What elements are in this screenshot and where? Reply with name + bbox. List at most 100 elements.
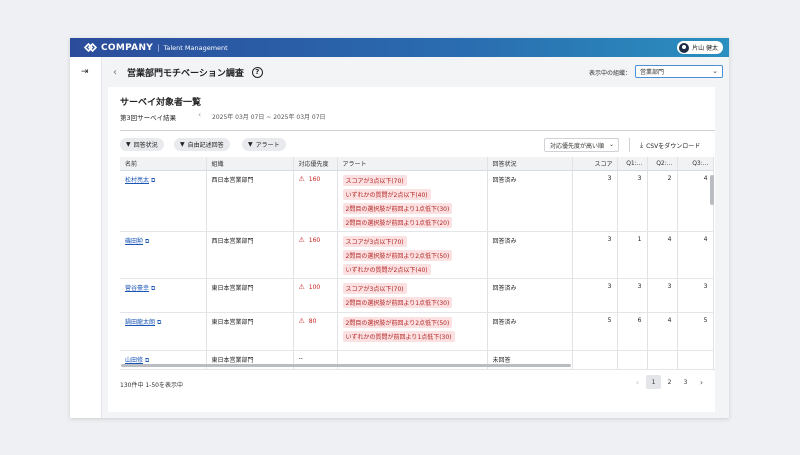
cell-q3 (677, 350, 714, 369)
column-header-q2[interactable]: Q2:... (647, 157, 678, 171)
cell-score: 3 (572, 170, 618, 232)
alert-tag: いずれかの質問が2点以下(40) (342, 188, 431, 200)
external-link-icon[interactable]: ⧉ (151, 177, 155, 184)
column-header-priority[interactable]: 対応優先度 (293, 157, 338, 171)
external-link-icon[interactable]: ⧉ (157, 319, 161, 326)
alert-tag: 2問目の選択肢が前回より2点低下(50) (342, 316, 453, 328)
cell-alerts: スコアが3点以下(70) 2問目の選択肢が前回より1点低下(30) (337, 278, 488, 313)
table-row[interactable]: 菅谷豪幸 ⧉ 東日本営業部門 ⚠ 100 スコアが3点以下(70) 2問目の選択肢が前回より… (120, 278, 714, 313)
cell-org: 東日本営業部門 (206, 312, 294, 351)
alert-tag: いずれかの質問が前回より1点低下(30) (342, 330, 455, 342)
filter-free-text[interactable]: ▼ 自由記述回答 (174, 138, 230, 151)
employee-name-link[interactable]: 菅谷豪幸 (125, 285, 149, 292)
next-page-icon[interactable]: › (694, 375, 709, 389)
column-header-alert[interactable]: アラート (337, 157, 488, 171)
filter-label: 回答状況 (133, 142, 158, 149)
cell-alerts (337, 350, 488, 369)
cell-status: 回答済み (487, 278, 573, 313)
cell-q1: 1 (617, 231, 648, 279)
cell-q1: 6 (617, 312, 648, 351)
cell-score: 5 (572, 312, 618, 351)
top-bar: COMPANY | Talent Management 片山 健太 (70, 38, 729, 57)
cell-priority: -- (293, 350, 338, 369)
respondents-card: サーベイ対象者一覧 第3回サーベイ結果 ‹ 2025年 03月 07日 ~ 20… (108, 87, 715, 412)
cell-status: 回答済み (487, 170, 573, 232)
help-icon[interactable]: ? (251, 66, 263, 78)
page-1[interactable]: 1 (646, 375, 661, 389)
filter-icon: ▼ (126, 141, 131, 148)
user-menu[interactable]: 片山 健太 (677, 41, 723, 54)
cell-score: 3 (572, 231, 618, 279)
alert-tag: スコアが3点以下(70) (342, 235, 407, 247)
column-header-score[interactable]: スコア (572, 157, 618, 171)
table-row[interactable]: 鍋田龍太朗 ⧉ 東日本営業部門 ⚠ 80 2問目の選択肢が前回より2点低下(50) いずれか… (120, 312, 714, 351)
page-title: 営業部門モチベーション調査 (127, 68, 244, 79)
sidebar-expand-icon[interactable]: ⇥ (81, 67, 89, 77)
filter-alert[interactable]: ▼ アラート (242, 138, 286, 151)
cell-q1 (617, 350, 648, 369)
filter-icon: ▼ (248, 141, 253, 148)
alert-tag: スコアが3点以下(70) (342, 174, 407, 186)
prev-page-icon[interactable]: ‹ (630, 375, 645, 389)
priority-value: 80 (308, 317, 317, 325)
column-header-org[interactable]: 組織 (206, 157, 294, 171)
filter-icon: ▼ (180, 141, 185, 148)
column-header-q1[interactable]: Q1:... (617, 157, 648, 171)
alert-tag: 2問目の選択肢が前回より2点低下(50) (342, 249, 453, 261)
table-row[interactable]: 山田修 ⧉ 東日本営業部門 -- 未回答 (120, 350, 714, 369)
warning-icon: ⚠ (298, 174, 305, 183)
external-link-icon[interactable]: ⧉ (145, 238, 149, 245)
cell-priority: ⚠ 100 (293, 278, 338, 313)
priority-value: 160 (308, 175, 321, 183)
cell-status: 回答済み (487, 312, 573, 351)
org-select[interactable]: 営業部門 ⌄ (635, 65, 723, 78)
company-logo-icon (84, 43, 97, 52)
cell-q2: 4 (647, 231, 678, 279)
cell-q3: 3 (677, 278, 714, 313)
cell-priority: ⚠ 80 (293, 312, 338, 351)
date-prev-icon[interactable]: ‹ (198, 110, 201, 119)
toolbar-divider (629, 138, 630, 152)
cell-q1: 3 (617, 170, 648, 232)
horizontal-scrollbar[interactable] (121, 364, 571, 367)
cell-q2: 3 (647, 278, 678, 313)
csv-download-button[interactable]: ⤓ CSVをダウンロード (640, 139, 700, 151)
table-row[interactable]: 磯田勲 ⧉ 西日本営業部門 ⚠ 160 スコアが3点以下(70) 2問目の選択肢が前回より2… (120, 231, 714, 279)
page-3[interactable]: 3 (678, 375, 693, 389)
back-chevron-icon[interactable]: ‹ (113, 67, 117, 78)
chevron-down-icon: ⌄ (608, 141, 614, 148)
external-link-icon[interactable]: ⧉ (145, 357, 149, 364)
column-header-q3[interactable]: Q3:... (677, 157, 714, 171)
cell-name: 山田修 ⧉ (120, 350, 207, 369)
chevron-down-icon: ⌄ (712, 67, 718, 75)
priority-value: 160 (308, 236, 321, 244)
avatar (679, 42, 690, 53)
external-link-icon[interactable]: ⧉ (151, 285, 155, 292)
user-name: 片山 健太 (692, 45, 718, 52)
pagination: ‹ 1 2 3 › (629, 375, 709, 389)
warning-icon: ⚠ (298, 282, 305, 291)
org-select-value: 営業部門 (640, 69, 665, 76)
respondents-table: 名前 組織 対応優先度 アラート 回答状況 スコア Q1:... Q2:... … (120, 157, 715, 370)
filter-answer-status[interactable]: ▼ 回答状況 (120, 138, 164, 151)
cell-status: 未回答 (487, 350, 573, 369)
employee-name-link[interactable]: 鍋田龍太朗 (125, 319, 155, 326)
employee-name-link[interactable]: 松村亮太 (125, 177, 149, 184)
page-2[interactable]: 2 (662, 375, 677, 389)
column-header-name[interactable]: 名前 (120, 157, 207, 171)
column-header-status[interactable]: 回答状況 (487, 157, 573, 171)
cell-name: 菅谷豪幸 ⧉ (120, 278, 207, 313)
cell-q2: 2 (647, 170, 678, 232)
product-name: Talent Management (163, 43, 228, 52)
cell-score: 3 (572, 278, 618, 313)
cell-name: 松村亮太 ⧉ (120, 170, 207, 232)
cell-org: 西日本営業部門 (206, 231, 294, 279)
vertical-scrollbar[interactable] (710, 175, 714, 205)
warning-icon: ⚠ (298, 235, 305, 244)
sort-select[interactable]: 対応優先度が高い順 ⌄ (544, 138, 619, 152)
employee-name-link[interactable]: 磯田勲 (125, 238, 143, 245)
cell-alerts: スコアが3点以下(70) 2問目の選択肢が前回より2点低下(50) いずれかの質問が… (337, 231, 488, 279)
table-row[interactable]: 松村亮太 ⧉ 西日本営業部門 ⚠ 160 スコアが3点以下(70) いずれかの質問が2点以下… (120, 170, 714, 232)
cell-name: 磯田勲 ⧉ (120, 231, 207, 279)
employee-name-link[interactable]: 山田修 (125, 357, 143, 364)
